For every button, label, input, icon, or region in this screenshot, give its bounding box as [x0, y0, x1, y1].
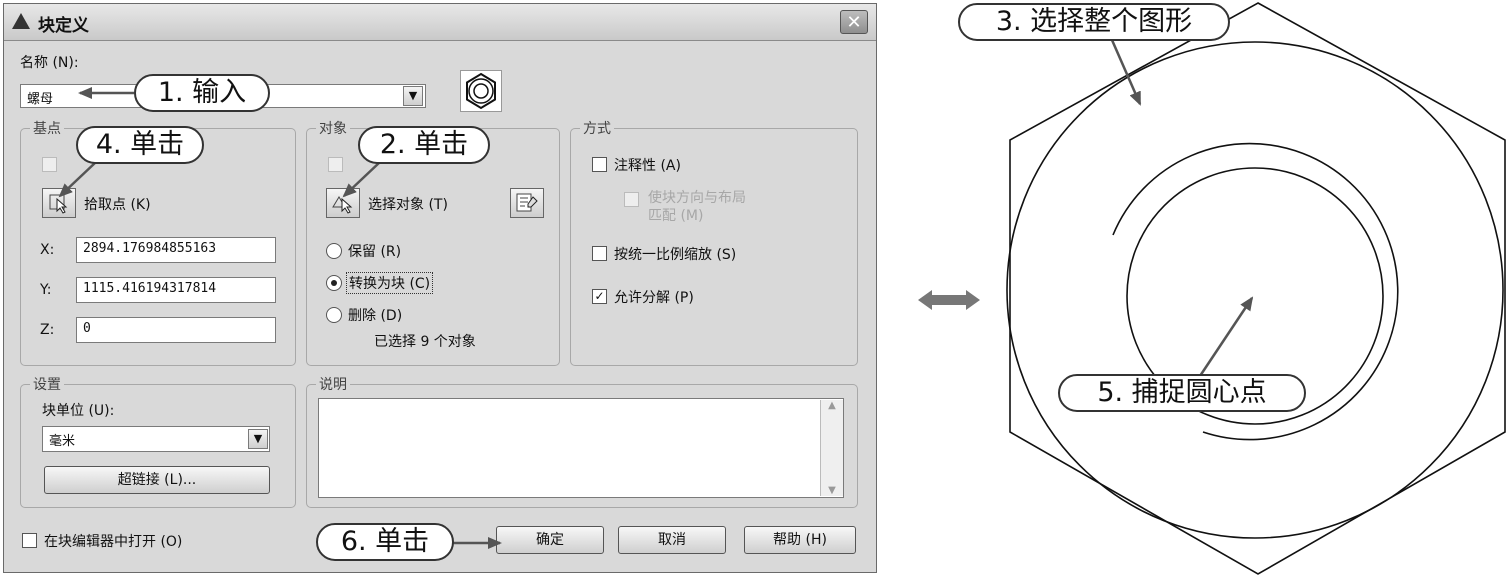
arrow-4: [58, 161, 97, 198]
callout-4: 4. 单击: [76, 126, 204, 164]
arrow-3: [1110, 39, 1142, 106]
callout-3: 3. 选择整个图形: [958, 3, 1230, 41]
arrow-5: [1198, 296, 1254, 377]
callout-6: 6. 单击: [316, 523, 454, 561]
callout-5: 5. 捕捉圆心点: [1058, 374, 1306, 412]
callout-2: 2. 单击: [358, 126, 490, 164]
callout-1: 1. 输入: [134, 74, 270, 112]
arrow-2: [342, 161, 381, 198]
